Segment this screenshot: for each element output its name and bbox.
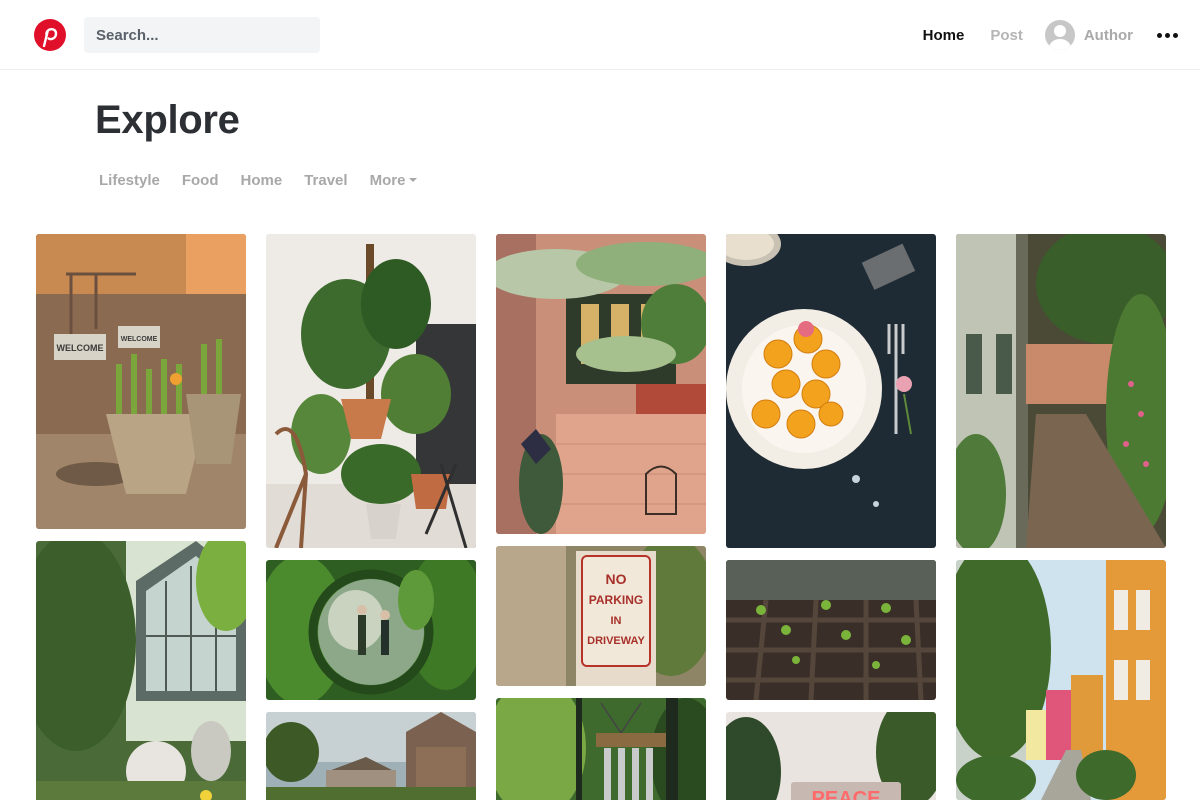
grid-column: PEACE xyxy=(726,234,936,800)
category-more-dropdown[interactable]: More xyxy=(370,172,418,189)
photo-countryside-house xyxy=(266,712,476,800)
welcome-sign-text: WELCOME xyxy=(57,343,104,353)
nav-post-link[interactable]: Post xyxy=(990,27,1023,44)
search-input[interactable] xyxy=(84,17,320,53)
category-lifestyle[interactable]: Lifestyle xyxy=(99,172,160,189)
category-travel[interactable]: Travel xyxy=(304,172,347,189)
photo-card-peace-neon-sign[interactable]: PEACE xyxy=(726,712,936,800)
photo-cobblestone-alley xyxy=(956,234,1166,548)
grid-column xyxy=(956,234,1166,800)
category-home[interactable]: Home xyxy=(241,172,283,189)
svg-text:PARKING: PARKING xyxy=(589,593,643,607)
welcome-sign-text-2: WELCOME xyxy=(121,336,158,343)
svg-text:NO: NO xyxy=(606,571,627,587)
photo-card-cafe-courtyard[interactable] xyxy=(496,234,706,534)
photo-monstera-plants xyxy=(266,234,476,548)
photo-round-garden-window xyxy=(266,560,476,700)
top-navbar: Home Post Author xyxy=(0,0,1200,70)
photo-card-cobblestone-alley[interactable] xyxy=(956,234,1166,548)
photo-garden-greenhouse xyxy=(36,541,246,800)
photo-card-welcome-baskets[interactable]: WELCOME WELCOME xyxy=(36,234,246,529)
photo-card-garden-greenhouse[interactable] xyxy=(36,541,246,800)
photo-apricot-dessert xyxy=(726,234,936,548)
author-label: Author xyxy=(1083,26,1133,44)
pinterest-p-icon xyxy=(42,28,58,47)
photo-card-wind-chime[interactable] xyxy=(496,698,706,800)
photo-no-parking-sign: NO PARKING IN DRIVEWAY xyxy=(496,546,706,686)
nav-home-link[interactable]: Home xyxy=(923,27,965,44)
caret-down-icon xyxy=(409,178,418,183)
photo-cafe-courtyard xyxy=(496,234,706,534)
more-options-icon[interactable] xyxy=(1157,29,1178,42)
photo-wind-chime xyxy=(496,698,706,800)
peace-sign-text: PEACE xyxy=(812,788,881,800)
category-tabs: Lifestyle Food Home Travel More xyxy=(99,172,439,189)
svg-text:DRIVEWAY: DRIVEWAY xyxy=(587,635,645,647)
photo-card-monstera-plants[interactable] xyxy=(266,234,476,548)
photo-welcome-baskets: WELCOME WELCOME xyxy=(36,234,246,529)
photo-card-no-parking-sign[interactable]: NO PARKING IN DRIVEWAY xyxy=(496,546,706,686)
photo-seedling-tray xyxy=(726,560,936,700)
category-food[interactable]: Food xyxy=(182,172,219,189)
photo-peace-neon-sign: PEACE xyxy=(726,712,936,800)
photo-grid: WELCOME WELCOME NO PARKING IN DRIVEWAY P… xyxy=(36,234,1166,800)
photo-card-apricot-dessert[interactable] xyxy=(726,234,936,548)
avatar xyxy=(1044,20,1075,50)
grid-column: NO PARKING IN DRIVEWAY xyxy=(496,234,706,800)
photo-card-countryside-house[interactable] xyxy=(266,712,476,800)
photo-card-round-garden-window[interactable] xyxy=(266,560,476,700)
category-more-label: More xyxy=(369,172,406,189)
page-title: Explore xyxy=(95,98,240,142)
photo-colorful-street xyxy=(956,560,1166,800)
photo-card-colorful-street[interactable] xyxy=(956,560,1166,800)
grid-column: WELCOME WELCOME xyxy=(36,234,246,800)
photo-card-seedling-tray[interactable] xyxy=(726,560,936,700)
brand-logo[interactable] xyxy=(34,19,66,51)
main-nav: Home Post Author xyxy=(923,18,1178,52)
svg-text:IN: IN xyxy=(611,615,622,627)
grid-column xyxy=(266,234,476,800)
author-menu[interactable]: Author xyxy=(1044,20,1133,50)
